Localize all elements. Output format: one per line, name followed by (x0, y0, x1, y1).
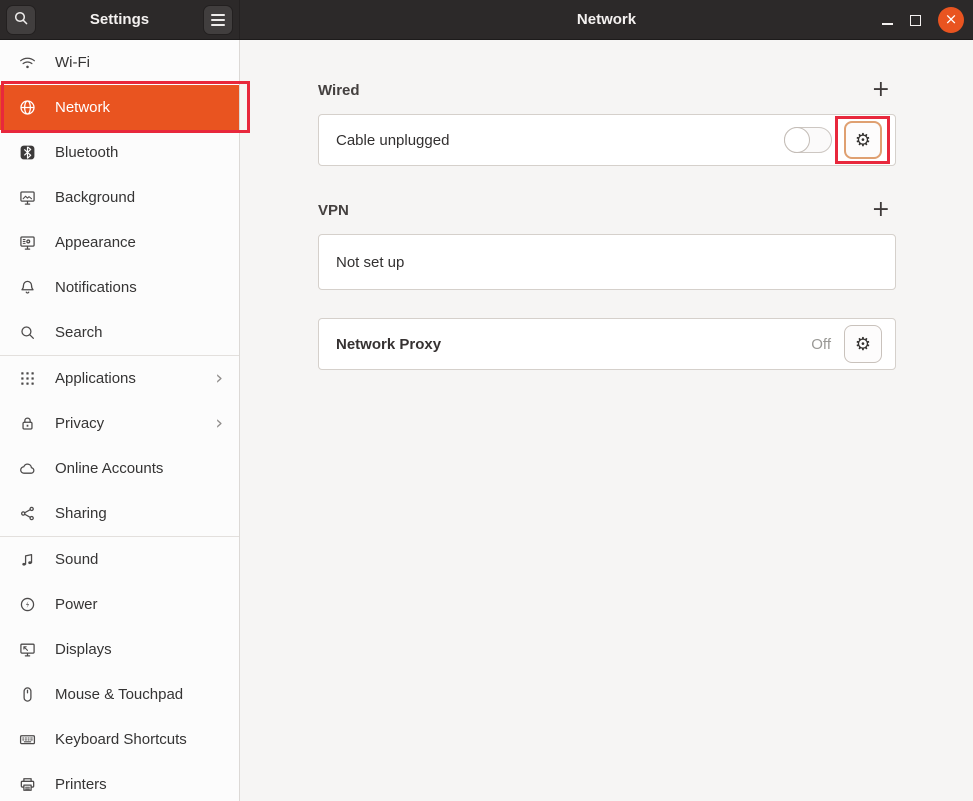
proxy-row-controls: Off ⚙ (811, 325, 882, 363)
vpn-row[interactable]: Not set up (319, 235, 895, 289)
power-icon (19, 596, 36, 613)
wired-row-controls: ⚙ (784, 121, 882, 159)
minimize-button[interactable] (882, 23, 893, 25)
wired-card: Cable unplugged ⚙ (318, 114, 896, 166)
sidebar-item-background[interactable]: Background (0, 175, 239, 220)
network-proxy-label: Network Proxy (336, 336, 441, 353)
sidebar-item-label: Printers (55, 776, 107, 793)
vpn-status-label: Not set up (336, 254, 404, 271)
network-proxy-row: Network Proxy Off ⚙ (319, 319, 895, 369)
sidebar-item-network[interactable]: Network (0, 85, 239, 130)
sidebar-item-label: Applications (55, 370, 136, 387)
proxy-status-badge: Off (811, 336, 831, 353)
sidebar-list: Wi-Fi Network Bluetooth Background Appearanc… (0, 40, 239, 801)
sidebar-item-wi-fi[interactable]: Wi-Fi (0, 40, 239, 85)
headerbar: Settings Network × (0, 0, 973, 40)
bell-icon (19, 279, 36, 296)
settings-window: Settings Network × Wi-Fi Network Bluetooth… (0, 0, 973, 801)
cloud-icon (19, 460, 36, 477)
wired-toggle[interactable] (784, 127, 832, 153)
sidebar-item-label: Keyboard Shortcuts (55, 731, 187, 748)
search-icon (13, 10, 29, 29)
app-grid-icon (19, 370, 36, 387)
sidebar-item-label: Background (55, 189, 135, 206)
network-proxy-card: Network Proxy Off ⚙ (318, 318, 896, 370)
sidebar-item-applications[interactable]: Applications › (0, 356, 239, 401)
wired-status-label: Cable unplugged (336, 132, 449, 149)
content-headerbar: Network × (240, 0, 973, 39)
add-vpn-button[interactable]: + (872, 201, 890, 219)
sidebar-item-mouse-touchpad[interactable]: Mouse & Touchpad (0, 672, 239, 717)
sidebar-headerbar: Settings (0, 0, 240, 39)
sidebar-item-power[interactable]: Power (0, 582, 239, 627)
sidebar-item-appearance[interactable]: Appearance (0, 220, 239, 265)
hamburger-icon (211, 14, 225, 26)
sidebar-item-label: Appearance (55, 234, 136, 251)
sidebar-item-online-accounts[interactable]: Online Accounts (0, 446, 239, 491)
wired-row: Cable unplugged ⚙ (319, 115, 895, 165)
sidebar-item-label: Wi-Fi (55, 54, 90, 71)
share-icon (19, 505, 36, 522)
printer-icon (19, 776, 36, 793)
globe-icon (19, 99, 36, 116)
close-button[interactable]: × (938, 7, 964, 33)
menu-button[interactable] (203, 5, 233, 35)
sidebar-item-bluetooth[interactable]: Bluetooth (0, 130, 239, 175)
add-wired-connection-button[interactable]: + (872, 81, 890, 99)
sidebar-item-label: Sharing (55, 505, 107, 522)
appearance-icon (19, 234, 36, 251)
sidebar-item-sharing[interactable]: Sharing (0, 491, 239, 536)
keyboard-icon (19, 731, 36, 748)
sidebar-item-label: Notifications (55, 279, 137, 296)
sidebar-item-printers[interactable]: Printers (0, 762, 239, 801)
sidebar-item-label: Search (55, 324, 103, 341)
sidebar: Wi-Fi Network Bluetooth Background Appearanc… (0, 40, 240, 801)
vpn-section-title: VPN (318, 202, 349, 219)
wired-section-header: Wired + (318, 80, 896, 100)
display-icon (19, 641, 36, 658)
sidebar-item-label: Online Accounts (55, 460, 163, 477)
sidebar-item-label: Network (55, 99, 110, 116)
wired-settings-wrap: ⚙ (844, 121, 882, 159)
annotation-box-network (1, 81, 250, 133)
maximize-button[interactable] (910, 15, 921, 26)
wired-section-title: Wired (318, 82, 360, 99)
sidebar-item-sound[interactable]: Sound (0, 537, 239, 582)
chevron-right-icon: › (215, 369, 227, 388)
sidebar-item-label: Displays (55, 641, 112, 658)
network-panel-content: Wired + Cable unplugged ⚙ (318, 80, 896, 370)
sidebar-title: Settings (40, 11, 199, 28)
wifi-icon (19, 54, 36, 71)
page-title: Network (577, 11, 636, 28)
sidebar-item-privacy[interactable]: Privacy › (0, 401, 239, 446)
proxy-settings-gear-button[interactable]: ⚙ (844, 325, 882, 363)
sidebar-item-label: Mouse & Touchpad (55, 686, 183, 703)
sidebar-item-search[interactable]: Search (0, 310, 239, 355)
sidebar-item-label: Privacy (55, 415, 104, 432)
chevron-right-icon: › (215, 414, 227, 433)
sidebar-item-label: Sound (55, 551, 98, 568)
lock-icon (19, 415, 36, 432)
mouse-icon (19, 686, 36, 703)
wired-settings-gear-button[interactable]: ⚙ (844, 121, 882, 159)
toggle-knob (784, 127, 810, 153)
background-icon (19, 189, 36, 206)
search-button[interactable] (6, 5, 36, 35)
sidebar-item-label: Power (55, 596, 98, 613)
vpn-section-header: VPN + (318, 200, 896, 220)
sidebar-item-displays[interactable]: Displays (0, 627, 239, 672)
main-panel: Wired + Cable unplugged ⚙ (241, 40, 973, 801)
sidebar-item-notifications[interactable]: Notifications (0, 265, 239, 310)
sidebar-item-keyboard-shortcuts[interactable]: Keyboard Shortcuts (0, 717, 239, 762)
bluetooth-icon (19, 144, 36, 161)
magnifier-icon (19, 324, 36, 341)
sound-icon (19, 551, 36, 568)
sidebar-item-label: Bluetooth (55, 144, 118, 161)
window-controls: × (882, 0, 964, 40)
proxy-settings-wrap: ⚙ (844, 325, 882, 363)
vpn-card: Not set up (318, 234, 896, 290)
